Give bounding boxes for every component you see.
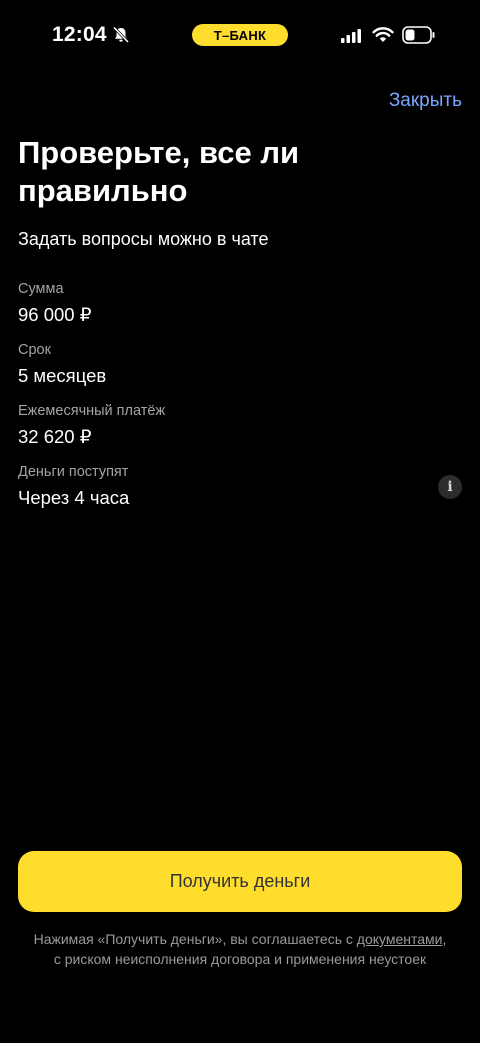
close-button[interactable]: Закрыть bbox=[389, 90, 462, 112]
status-time: 12:04 bbox=[52, 23, 107, 46]
detail-row-term: Срок 5 месяцев bbox=[18, 341, 462, 402]
detail-label: Деньги поступят bbox=[18, 464, 129, 480]
disclaimer: Нажимая «Получить деньги», вы соглашаете… bbox=[30, 929, 450, 969]
carrier-badge: Т–БАНК bbox=[192, 24, 288, 46]
detail-row-delivery-time: Деньги поступят Через 4 часа bbox=[18, 463, 462, 524]
signal-icon bbox=[341, 29, 361, 43]
detail-label: Срок bbox=[18, 342, 51, 358]
detail-value: 32 620 ₽ bbox=[18, 426, 92, 447]
battery-icon bbox=[402, 26, 435, 44]
detail-label: Ежемесячный платёж bbox=[18, 403, 166, 419]
disclaimer-prefix: Нажимая «Получить деньги», вы соглашаете… bbox=[33, 931, 357, 947]
page-title: Проверьте, все ли правильно bbox=[18, 135, 300, 208]
get-money-button[interactable]: Получить деньги bbox=[18, 851, 462, 912]
bell-slash-icon bbox=[112, 26, 130, 44]
detail-value: 96 000 ₽ bbox=[18, 304, 92, 325]
documents-link[interactable]: документами bbox=[357, 931, 443, 947]
status-bar: 12:04 Т–БАНК bbox=[0, 0, 480, 70]
detail-row-monthly-payment: Ежемесячный платёж 32 620 ₽ bbox=[18, 402, 462, 463]
detail-value: Через 4 часа bbox=[18, 487, 130, 508]
info-icon[interactable]: i bbox=[438, 475, 462, 499]
detail-value: 5 месяцев bbox=[18, 365, 107, 386]
detail-label: Сумма bbox=[18, 281, 64, 297]
loan-details: Сумма 96 000 ₽ Срок 5 месяцев Ежемесячны… bbox=[18, 280, 462, 524]
wifi-icon bbox=[372, 27, 394, 42]
detail-row-amount: Сумма 96 000 ₽ bbox=[18, 280, 462, 341]
subtitle: Задать вопросы можно в чате bbox=[18, 229, 269, 249]
